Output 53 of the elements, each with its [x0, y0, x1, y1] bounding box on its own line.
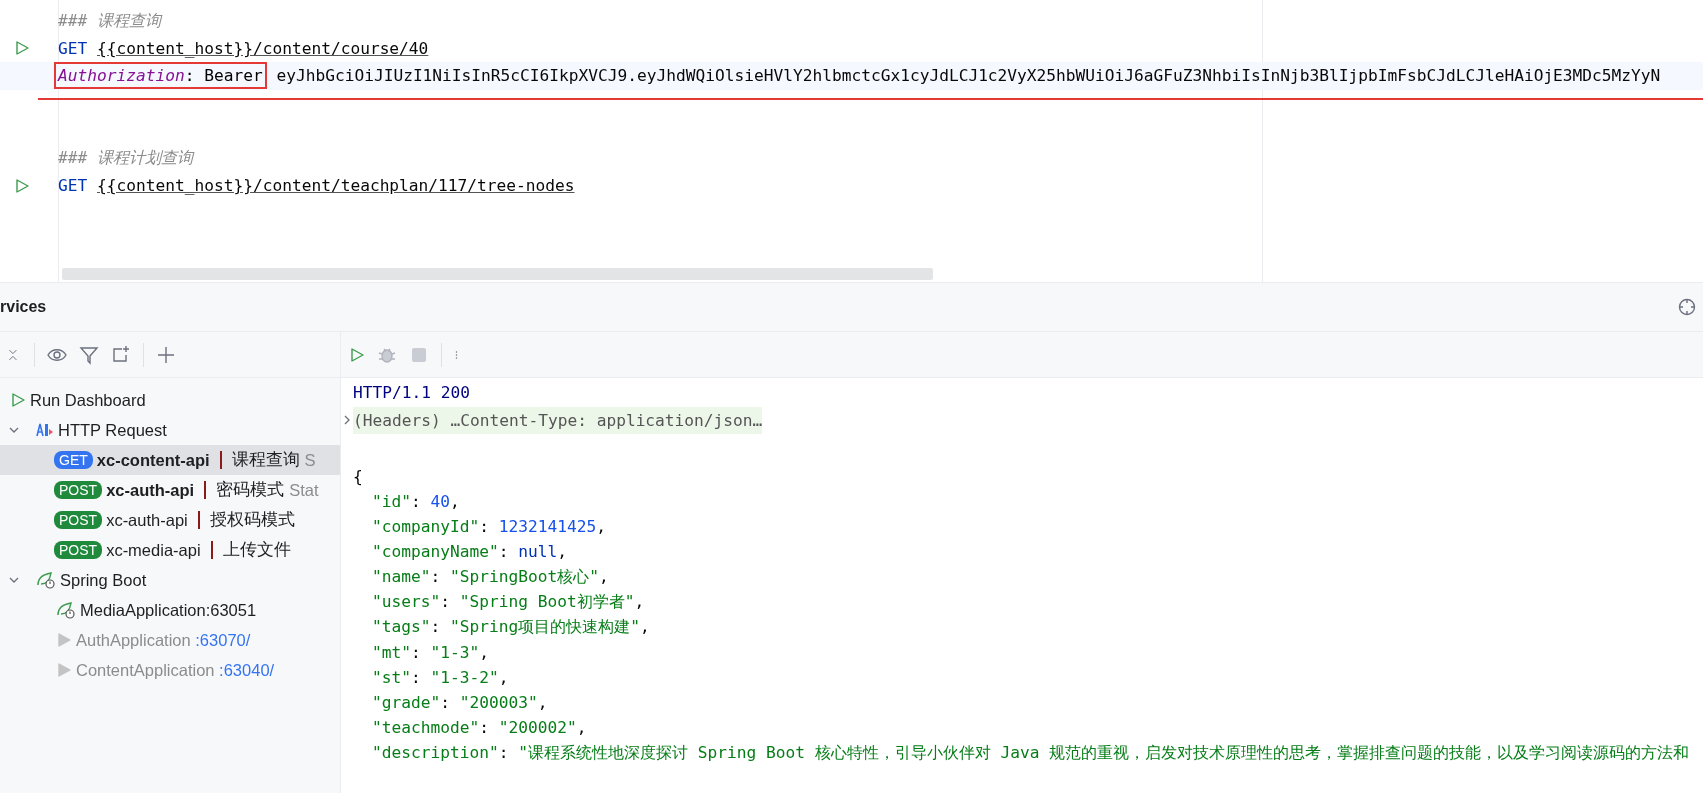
leaf-icon: [56, 601, 76, 619]
token-text: eyJhbGciOiJIUzI1NiIsInR5cCI6IkpXVCJ9.eyJhdWQiOlsieHVlY2hlbmctcGx1cyJdLCJ1c2VyX25hbWUiOiJ6aGFuZ3NhbiIsInNjb3BlIjpbImFsbCJdLCJleHAiOjE3MDc5MzYyN: [275, 66, 1661, 86]
stopped-play-icon[interactable]: [56, 632, 72, 648]
method-badge: GET: [54, 451, 93, 469]
method-badge: POST: [54, 511, 103, 529]
header-name: Authorization: Bearer: [54, 62, 267, 90]
tree-item[interactable]: MediaApplication:63051: [80, 600, 257, 620]
tree-item[interactable]: HTTP Request: [58, 420, 167, 440]
tree-item[interactable]: Spring Boot: [60, 570, 147, 590]
method-badge: POST: [54, 541, 103, 559]
json-line: "description": "课程系统性地深度探讨 Spring Boot 核心特性，引导小伙伴对 Java 规范的重视，启发对技术原理性的思考，掌握排查问题的技能，以及学习阅读源码的方法和: [371, 741, 1690, 764]
request-row[interactable]: POST xc-media-api 上传文件: [0, 535, 340, 565]
json-line: "id": 40,: [371, 492, 460, 512]
new-window-icon[interactable]: [111, 344, 131, 365]
json-line: "tags": "Spring项目的快速构建",: [371, 616, 650, 639]
comment-text: ### 课程计划查询: [58, 147, 193, 170]
json-line: "users": "Spring Boot初学者",: [371, 591, 645, 613]
api-icon: [36, 421, 54, 439]
request-label: xc-auth-api 密码模式 Stat: [106, 479, 319, 501]
json-line: "teachmode": "200002",: [371, 718, 587, 737]
request-row[interactable]: POST xc-auth-api 授权码模式: [0, 505, 340, 535]
request-label: xc-content-api 课程查询 S: [96, 449, 316, 471]
request-label: xc-auth-api 授权码模式: [106, 509, 295, 531]
json-line: "mt": "1-3",: [371, 642, 489, 662]
request-row[interactable]: POST xc-auth-api 密码模式 Stat: [0, 475, 340, 505]
add-icon[interactable]: [156, 344, 176, 365]
json-line: "companyId": 1232141425,: [371, 517, 606, 537]
crosshair-icon[interactable]: [1677, 297, 1697, 317]
request-line: GET {{content_host}}/content/teachplan/117/tree-nodes: [58, 176, 575, 196]
scrollbar[interactable]: [62, 268, 933, 280]
leaf-icon: [36, 571, 56, 589]
request-label: xc-media-api 上传文件: [106, 539, 291, 561]
request-row[interactable]: GET xc-content-api 课程查询 S: [0, 445, 340, 475]
tree-item[interactable]: ContentApplication :63040/: [76, 660, 275, 680]
play-icon[interactable]: [14, 177, 30, 194]
stopped-play-icon[interactable]: [56, 662, 72, 678]
request-line: GET {{content_host}}/content/course/40: [58, 38, 429, 58]
filter-icon[interactable]: [79, 344, 99, 365]
json-line: "companyName": null,: [371, 542, 567, 562]
json-line: "st": "1-3-2",: [371, 667, 509, 687]
comment-text: ### 课程查询: [58, 9, 161, 32]
json-line: "name": "SpringBoot核心",: [371, 565, 609, 588]
tree-item[interactable]: Run Dashboard: [30, 390, 146, 410]
play-icon[interactable]: [14, 40, 30, 57]
play-icon[interactable]: [10, 392, 26, 408]
json-line: {: [353, 467, 363, 487]
json-line: "grade": "200003",: [371, 692, 548, 712]
headers-summary[interactable]: (Headers) …Content-Type: application/json…: [353, 406, 763, 434]
status-line: HTTP/1.1 200: [353, 382, 470, 402]
play-icon[interactable]: [349, 346, 365, 363]
tree-item[interactable]: AuthApplication :63070/: [76, 630, 251, 650]
method-badge: POST: [54, 481, 103, 499]
panel-title: rvices: [0, 298, 47, 316]
